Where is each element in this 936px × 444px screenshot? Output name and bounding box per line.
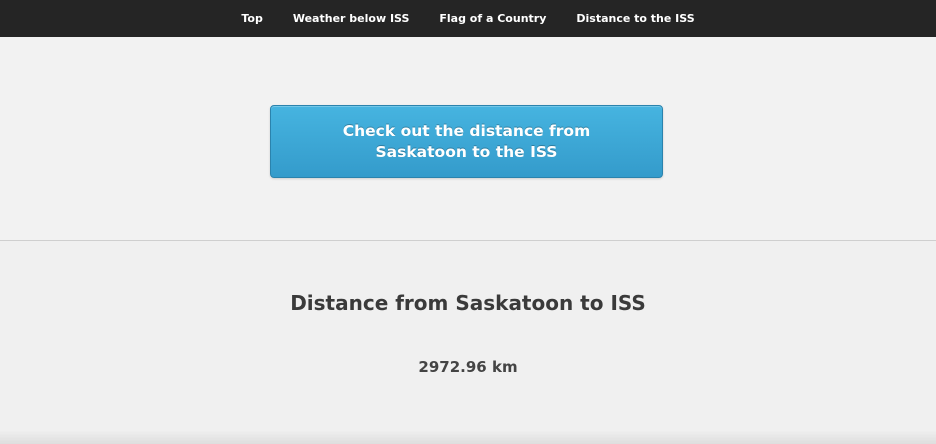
page: Top Weather below ISS Flag of a Country …	[0, 0, 936, 444]
distance-value: 2972.96 km	[418, 358, 518, 376]
nav-link-top[interactable]: Top	[241, 12, 262, 25]
cta-section: Check out the distance from Saskatoon to…	[0, 37, 936, 241]
top-navigation-bar: Top Weather below ISS Flag of a Country …	[0, 0, 936, 37]
bottom-shadow-divider	[0, 430, 936, 444]
nav-link-flag-of-a-country[interactable]: Flag of a Country	[439, 12, 546, 25]
result-title: Distance from Saskatoon to ISS	[290, 291, 646, 315]
result-section: Distance from Saskatoon to ISS 2972.96 k…	[0, 241, 936, 444]
check-distance-button[interactable]: Check out the distance from Saskatoon to…	[270, 105, 663, 178]
nav-link-distance-to-the-iss[interactable]: Distance to the ISS	[576, 12, 694, 25]
nav-link-weather-below-iss[interactable]: Weather below ISS	[293, 12, 410, 25]
